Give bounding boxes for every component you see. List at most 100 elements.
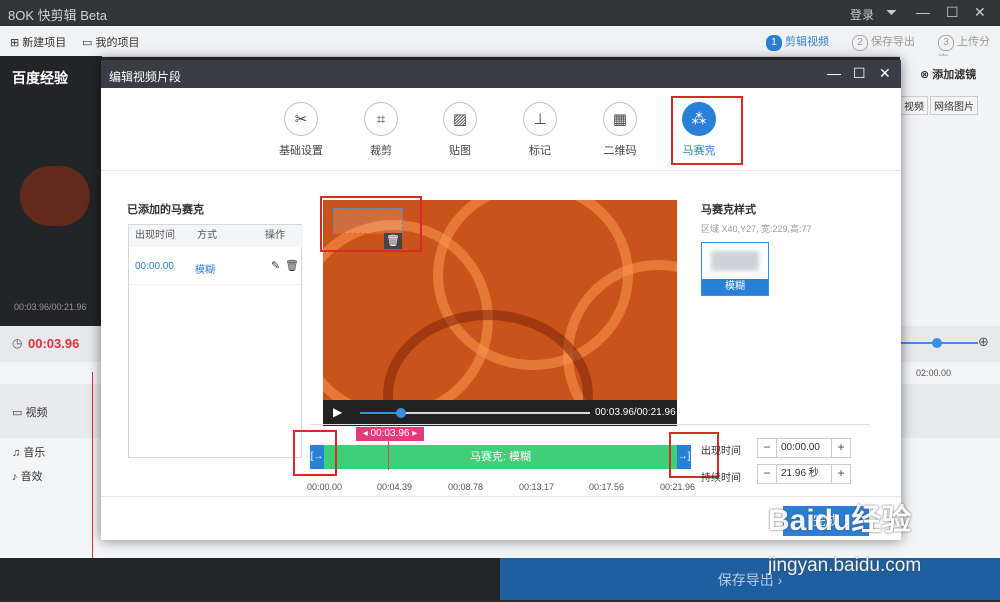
login-link[interactable]: 登录 <box>850 6 874 23</box>
style-option-label: 模糊 <box>702 279 768 295</box>
edit-icon[interactable]: ✎ <box>271 259 280 272</box>
tab-sticker[interactable]: ▨ 贴图 <box>430 102 490 158</box>
step-edit-video[interactable]: 1 剪辑视频 <box>766 33 829 51</box>
decrement-button[interactable]: − <box>758 465 776 483</box>
tab-label: 基础设置 <box>279 145 323 157</box>
step-number: 2 <box>852 35 868 51</box>
ruler-time: 02:00.00 <box>916 368 952 378</box>
dialog-header: 编辑视频片段 — ☐ ✕ <box>101 60 901 88</box>
image-icon: ▨ <box>443 102 477 136</box>
tab-basic-settings[interactable]: ✂ 基础设置 <box>271 102 331 158</box>
minimize-icon[interactable]: — <box>916 4 930 20</box>
edit-clip-dialog: 编辑视频片段 — ☐ ✕ ✂ 基础设置 ⌗ 裁剪 ▨ 贴图 ⊥ 标记 ▦ 二维码… <box>101 60 901 540</box>
table-header: 操作 <box>263 225 303 247</box>
tick-label: 00:08.78 <box>448 482 484 492</box>
added-mosaic-title: 已添加的马赛克 <box>127 204 204 216</box>
tick-label: 00:13.17 <box>519 482 555 492</box>
divider <box>310 424 870 425</box>
track-name: 音乐 <box>23 447 46 459</box>
tab-label: 贴图 <box>449 145 471 157</box>
video-time: 00:03.96/00:21.96 <box>595 407 676 418</box>
pin-icon: ⊥ <box>523 102 557 136</box>
mosaic-style-title: 马赛克样式 <box>701 204 756 216</box>
sound-track-label: ♪ 音效 <box>12 471 43 483</box>
increment-button[interactable]: + <box>832 439 850 457</box>
dialog-minimize-icon[interactable]: — <box>827 65 841 81</box>
my-projects-label: 我的项目 <box>95 37 140 49</box>
dialog-title: 编辑视频片段 <box>109 70 182 84</box>
zoom-slider-knob[interactable] <box>932 338 942 348</box>
video-track-label: ▭ 视频 <box>12 407 48 419</box>
tab-mark[interactable]: ⊥ 标记 <box>510 102 570 158</box>
method-cell: 模糊 <box>195 265 215 276</box>
preview-panel: 百度经验 00:03.96/00:21.96 <box>0 56 102 326</box>
playhead-time: 00:03.96 <box>370 428 410 439</box>
region-info: 区域 X40,Y27, 宽:229,高:77 <box>701 224 812 234</box>
save-export-label: 保存导出 <box>717 572 774 588</box>
main-toolbar: ⊞ 新建项目 ▭ 我的项目 1剪辑视频 2保存导出 3上传分享 <box>0 26 1000 66</box>
qrcode-icon: ▦ <box>603 102 637 136</box>
step-number: 1 <box>766 35 782 51</box>
preview-thumbnail <box>20 166 90 226</box>
delete-icon[interactable]: 🗑 <box>285 259 299 272</box>
scissors-icon: ✂ <box>284 102 318 136</box>
close-icon[interactable]: ✕ <box>974 4 986 21</box>
tick-label: 00:04.39 <box>377 482 413 492</box>
appear-time-label: 出现时间 <box>701 446 741 457</box>
preview-title: 百度经验 <box>12 70 68 86</box>
app-titlebar: 8OK 快剪辑 Beta 登录 ⏷ — ☐ ✕ <box>0 0 1000 26</box>
mosaic-track-clip[interactable]: 马赛克: 模糊 <box>310 445 691 469</box>
dialog-close-icon[interactable]: ✕ <box>879 65 891 82</box>
appear-time-value[interactable]: 00:00.00 <box>776 439 832 457</box>
material-panel: ⊗ 添加滤镜 视频 网络图片 <box>900 56 1000 326</box>
style-option-blur[interactable]: 模糊 <box>701 242 769 296</box>
duration-value[interactable]: 21.96 秒 <box>776 465 832 483</box>
tab-label: 二维码 <box>603 145 637 157</box>
table-header: 方式 <box>193 225 263 247</box>
maximize-icon[interactable]: ☐ <box>946 4 959 21</box>
net-image-button[interactable]: 网络图片 <box>930 96 978 115</box>
tick-label: 00:17.56 <box>589 482 625 492</box>
video-controls: ▶ 00:03.96/00:21.96 <box>323 400 677 426</box>
baidu-watermark-url: jingyan.baidu.com <box>768 555 922 576</box>
appear-time-stepper[interactable]: − 00:00.00 + <box>757 438 851 458</box>
video-material-button[interactable]: 视频 <box>900 96 928 115</box>
duration-stepper[interactable]: − 21.96 秒 + <box>757 464 851 484</box>
video-seekbar[interactable] <box>360 408 590 418</box>
highlight-box <box>293 430 337 476</box>
save-export-button[interactable]: 保存导出 › <box>500 558 1000 600</box>
new-project-label: 新建项目 <box>22 37 67 49</box>
duration-label: 持续时间 <box>701 473 741 484</box>
decrement-button[interactable]: − <box>758 439 776 457</box>
step-label: 剪辑视频 <box>785 36 829 48</box>
table-row[interactable]: 00:00.00 模糊 ✎ 🗑 <box>129 248 301 285</box>
seekbar-knob[interactable] <box>396 408 407 418</box>
step-save-export[interactable]: 2 保存导出 <box>852 33 915 51</box>
playhead-time-label[interactable]: ◂ 00:03.96 ▸ <box>356 427 424 441</box>
tab-label: 标记 <box>529 145 551 157</box>
clock-icon: ◷ <box>12 336 23 350</box>
menu-dropdown-icon[interactable]: ⏷ <box>886 4 897 21</box>
crop-icon: ⌗ <box>364 102 398 136</box>
dialog-maximize-icon[interactable]: ☐ <box>853 65 866 82</box>
add-filter-label: 添加滤镜 <box>932 69 977 81</box>
mosaic-table: 出现时间 方式 操作 00:00.00 模糊 ✎ 🗑 <box>128 224 303 458</box>
zoom-in-icon[interactable]: ⊕ <box>978 334 989 350</box>
dialog-playhead[interactable] <box>388 440 389 470</box>
my-projects-button[interactable]: ▭ 我的项目 <box>82 34 139 50</box>
add-filter-tab[interactable]: ⊗ 添加滤镜 <box>920 66 976 82</box>
blur-preview <box>711 251 759 271</box>
music-track-label: ♫ 音乐 <box>12 447 46 459</box>
tick-label: 00:00.00 <box>307 482 343 492</box>
step-label: 保存导出 <box>871 36 915 48</box>
tab-crop[interactable]: ⌗ 裁剪 <box>351 102 411 158</box>
table-header: 出现时间 <box>129 225 193 247</box>
new-project-button[interactable]: ⊞ 新建项目 <box>10 34 66 50</box>
increment-button[interactable]: + <box>832 465 850 483</box>
tab-qrcode[interactable]: ▦ 二维码 <box>590 102 650 158</box>
seekbar-fill <box>360 412 402 414</box>
appear-time-cell: 00:00.00 <box>135 261 174 272</box>
tab-label: 裁剪 <box>370 145 392 157</box>
timeline-playhead[interactable] <box>92 372 93 558</box>
play-icon[interactable]: ▶ <box>333 405 342 419</box>
